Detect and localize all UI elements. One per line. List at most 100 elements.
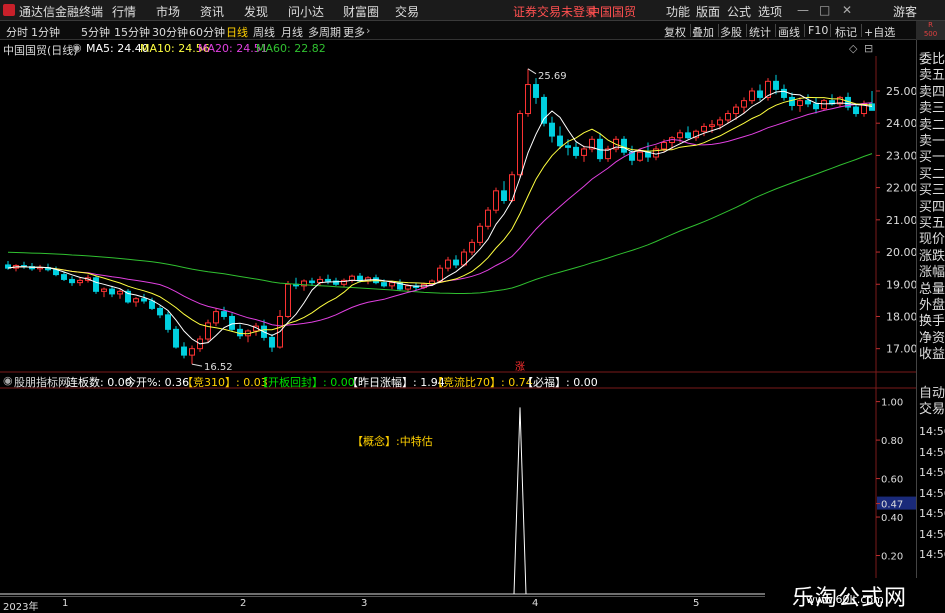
candle-down <box>557 135 563 147</box>
tab-timeshare[interactable]: 分时 <box>6 24 28 40</box>
indicator-axis-label: 0.47 <box>881 500 903 511</box>
candle-up <box>477 225 483 243</box>
tab-30min[interactable]: 30分钟 <box>152 24 188 40</box>
f10-button[interactable]: F10 <box>808 24 828 37</box>
divider <box>861 24 862 37</box>
ma5-line <box>7 90 873 345</box>
diamond-icon[interactable]: ◇ <box>849 42 857 55</box>
tab-more[interactable]: 更多 <box>343 24 365 40</box>
candle-down <box>621 138 627 153</box>
candle-down <box>181 346 187 356</box>
menu-item-trade[interactable]: 交易 <box>395 3 419 20</box>
mark-button[interactable]: 标记 <box>835 24 857 40</box>
tab-15min[interactable]: 15分钟 <box>114 24 150 40</box>
minimize-icon[interactable]: — <box>797 3 809 17</box>
low-pointer <box>191 363 203 367</box>
tab-multi-period[interactable]: 多周期 <box>308 24 341 40</box>
badge-top: R <box>928 21 933 29</box>
candle-up <box>101 288 107 292</box>
tick-time: 14:56 <box>919 486 945 500</box>
app-name: 通达信金融终端 <box>19 5 104 19</box>
indicator-item-streak: 连板数: 0.00 <box>67 376 132 389</box>
tab-daily[interactable]: 日线 <box>226 24 248 40</box>
rise-marker: 涨 <box>515 361 525 373</box>
indicator-spike <box>513 407 527 595</box>
menu-item-news[interactable]: 资讯 <box>200 3 224 20</box>
candle-up <box>285 283 291 317</box>
draw-line-button[interactable]: 画线 <box>778 24 800 40</box>
candle-down <box>157 307 163 316</box>
multi-stock-button[interactable]: 多股 <box>720 24 742 40</box>
candle-down <box>757 90 763 98</box>
menu-item-quotes[interactable]: 行情 <box>112 3 136 20</box>
candle-up <box>741 100 747 108</box>
low-label: 16.52 <box>204 362 233 373</box>
time-label-month: 2 <box>240 598 247 609</box>
candle-down <box>269 336 275 348</box>
menu-item-ask[interactable]: 问小达 <box>288 3 324 20</box>
tab-1min[interactable]: 1分钟 <box>31 24 60 40</box>
quote-field-label: 交易 <box>919 402 945 417</box>
high-pointer <box>527 68 537 75</box>
divider <box>690 24 691 37</box>
collapse-icon[interactable]: ⊟ <box>864 42 873 55</box>
quote-field-label: 收益 <box>919 347 945 363</box>
statistics-button[interactable]: 统计 <box>749 24 771 40</box>
menu-item-layout[interactable]: 版面 <box>696 3 720 20</box>
tick-time: 14:56 <box>919 507 945 520</box>
indicator-item-flow-ratio: 【竞流比70】: 0.74 <box>432 376 533 389</box>
candle-up <box>709 124 715 127</box>
indicator-item-bifu: 【必福】: 0.00 <box>522 376 598 389</box>
price-axis-label: 21.00 <box>886 214 916 227</box>
tick-time: 14:56 <box>919 425 945 438</box>
maximize-icon[interactable]: □ <box>819 3 830 17</box>
chart-info-bar: 中国国贸(日线) ◉ MA5: 24.40 MA10: 24.56 MA20: … <box>0 40 880 57</box>
add-watchlist-button[interactable]: +自选 <box>864 24 895 40</box>
menu-item-formula[interactable]: 公式 <box>727 3 751 20</box>
candle-up <box>717 119 723 126</box>
candle-down <box>549 122 555 137</box>
menu-item-market[interactable]: 市场 <box>156 3 180 20</box>
timeframe-bar: 分时 1分钟 5分钟 15分钟 30分钟 60分钟 日线 周线 月线 多周期 更… <box>0 21 945 40</box>
candle-up <box>677 132 683 139</box>
high-label: 25.69 <box>538 71 567 82</box>
tab-weekly[interactable]: 周线 <box>253 24 275 40</box>
candle-down <box>221 311 227 317</box>
menu-item-discover[interactable]: 发现 <box>244 3 268 20</box>
overlay-button[interactable]: 叠加 <box>692 24 714 40</box>
tab-5min[interactable]: 5分钟 <box>81 24 110 40</box>
candle-down <box>789 96 795 106</box>
candle-down <box>61 274 67 280</box>
candle-down <box>141 298 147 302</box>
more-dropdown-icon[interactable]: › <box>366 24 370 37</box>
menu-item-options[interactable]: 选项 <box>758 3 782 20</box>
menu-item-function[interactable]: 功能 <box>666 3 690 20</box>
level2-badge[interactable]: R 500 <box>916 21 945 40</box>
chart-settings-icon[interactable]: ◉ <box>72 41 82 54</box>
candlestick-chart[interactable]: 25.00 24.00 23.00 22.00 21.00 20.00 19.00 18.00… <box>0 56 916 596</box>
time-label-month: 3 <box>361 598 368 609</box>
indicator-axis-label: 0.20 <box>881 552 903 563</box>
menu-item-wealth[interactable]: 财富圈 <box>343 3 379 20</box>
indicator-settings-icon[interactable]: ◉ <box>3 374 13 387</box>
candle-up <box>349 275 355 281</box>
candle-down <box>229 315 235 330</box>
login-notice[interactable]: 证券交易未登录 <box>513 3 597 20</box>
candle-up <box>117 290 123 295</box>
candle-up <box>389 282 395 287</box>
tab-60min[interactable]: 60分钟 <box>189 24 225 40</box>
close-icon[interactable]: ✕ <box>842 3 852 17</box>
candle-down <box>573 146 579 156</box>
candle-down <box>109 288 115 295</box>
price-axis-label: 17.00 <box>886 343 916 356</box>
candle-down <box>381 282 387 287</box>
restore-rights-button[interactable]: 复权 <box>664 24 686 40</box>
tab-monthly[interactable]: 月线 <box>281 24 303 40</box>
divider <box>775 24 776 37</box>
candle-down <box>533 84 539 98</box>
ma60-value: MA60: 22.82 <box>256 42 326 55</box>
indicator-item-yesterday-gain: 【昨日涨幅】: 1.94 <box>347 376 445 389</box>
candle-up <box>749 90 755 102</box>
candle-up <box>821 100 827 110</box>
guest-label[interactable]: 游客 <box>893 3 917 20</box>
